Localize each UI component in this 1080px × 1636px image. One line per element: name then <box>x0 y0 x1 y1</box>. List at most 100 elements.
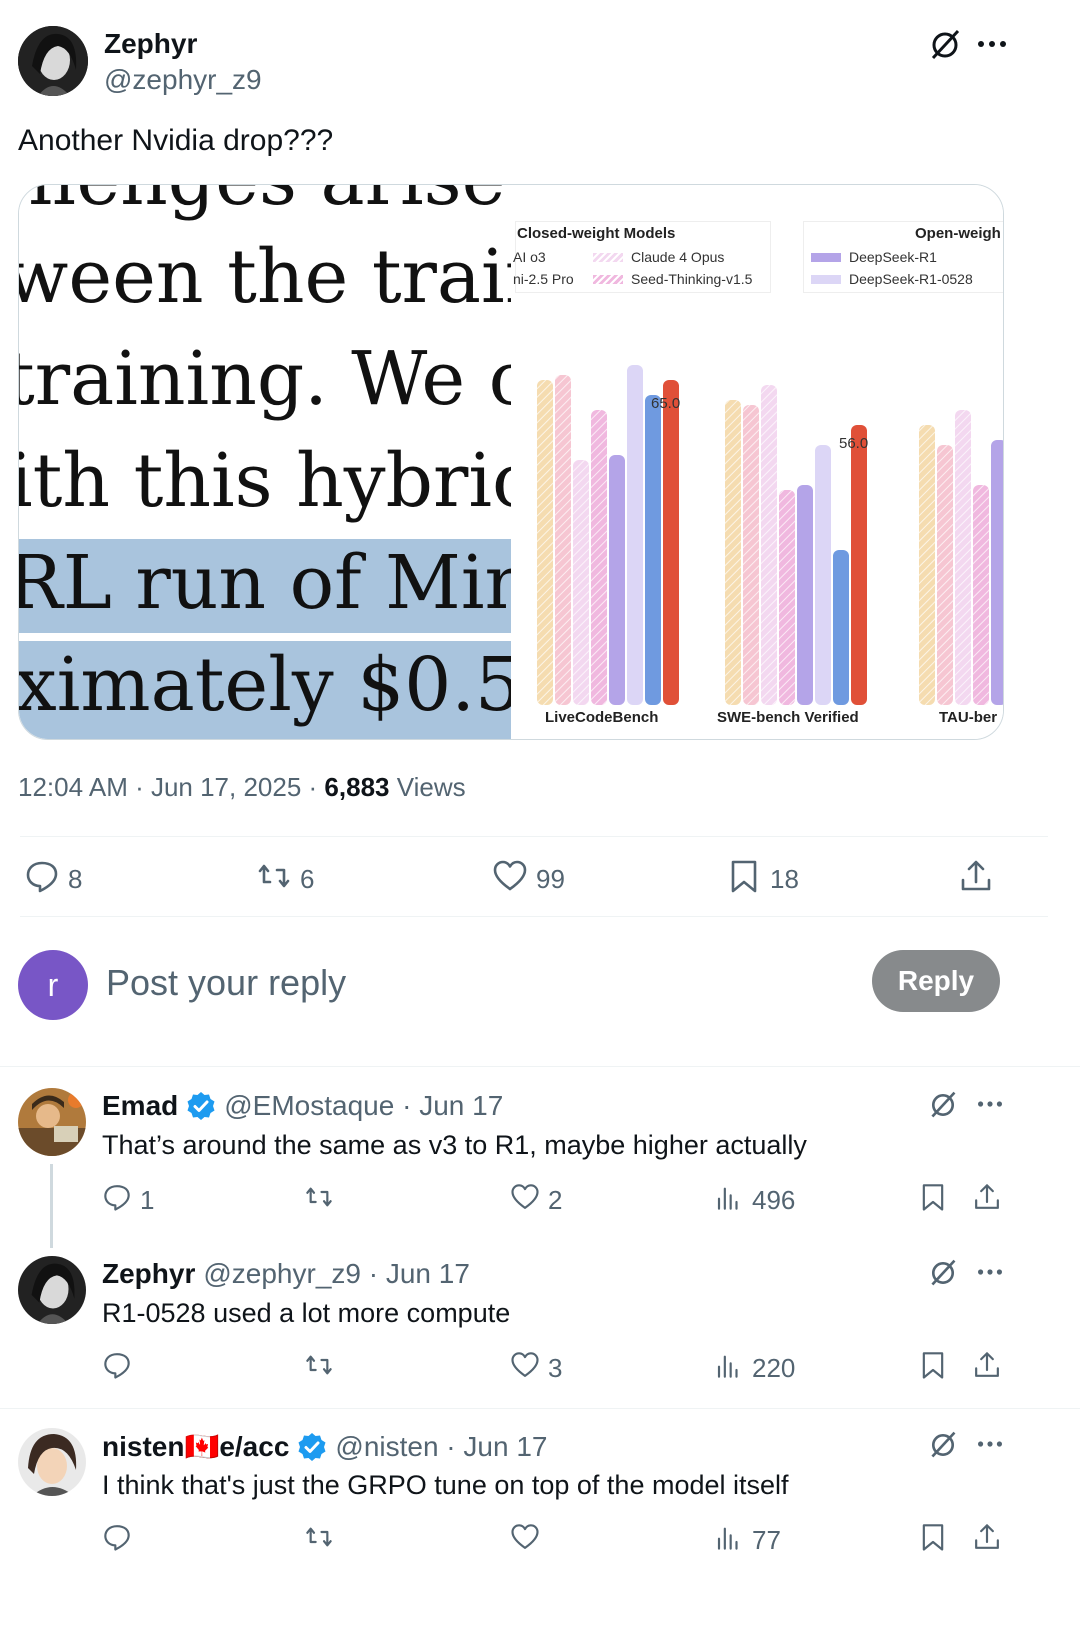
more-icon[interactable] <box>976 1432 1004 1456</box>
reply-button[interactable]: 1 <box>102 1182 154 1219</box>
reply-author-name[interactable]: nisten🇨🇦e/acc <box>102 1430 289 1463</box>
chart-bar <box>991 440 1003 705</box>
chart-bar-hatch <box>743 405 759 705</box>
reply-handle-date[interactable]: @nisten · Jun 17 <box>335 1431 547 1463</box>
views-count: 496 <box>752 1185 796 1215</box>
reply-button[interactable] <box>102 1350 140 1387</box>
grok-icon[interactable] <box>928 1430 958 1460</box>
repost-icon <box>304 1182 334 1219</box>
reply-text: That’s around the same as v3 to R1, mayb… <box>102 1130 807 1160</box>
views-button[interactable]: 77 <box>714 1522 781 1559</box>
zoomed-line: RL run of Min <box>19 540 511 626</box>
share-button[interactable] <box>958 858 994 901</box>
like-icon <box>492 858 528 901</box>
views-button[interactable]: 220 <box>714 1350 795 1387</box>
thread-line <box>50 1164 53 1248</box>
chart-bar-hatch <box>725 400 741 705</box>
reply-handle-date[interactable]: @EMostaque · Jun 17 <box>224 1090 503 1122</box>
views-icon <box>714 1522 744 1559</box>
share-icon <box>972 1182 1002 1219</box>
like-button[interactable]: 2 <box>510 1182 562 1219</box>
reply-input[interactable]: Post your reply <box>106 962 806 1008</box>
post-media[interactable]: llenges arise w ween the traini training… <box>18 184 1004 740</box>
like-icon <box>510 1182 540 1219</box>
chart-bar <box>609 455 625 705</box>
chart-bar <box>627 365 643 705</box>
reply-handle-date[interactable]: @zephyr_z9 · Jun 17 <box>203 1258 470 1290</box>
chart-bar-hatch <box>955 410 971 705</box>
chart-bar <box>815 445 831 705</box>
reply-count: 1 <box>140 1185 155 1215</box>
reply-author-name[interactable]: Emad <box>102 1090 178 1122</box>
verified-icon <box>297 1432 327 1462</box>
chart-bar-hatch <box>573 460 589 705</box>
benchmark-chart: Closed-weight Models AI o3 ni-2.5 Pro Cl… <box>511 185 1003 739</box>
zoomed-line: training. We c <box>19 336 511 422</box>
more-icon[interactable] <box>976 1260 1004 1284</box>
share-button[interactable] <box>972 1350 1002 1387</box>
bar-label: 65.0 <box>651 395 681 412</box>
reply-submit-button[interactable]: Reply <box>872 950 1000 1012</box>
views-button[interactable]: 496 <box>714 1182 795 1219</box>
like-button[interactable] <box>510 1522 548 1559</box>
bookmark-button[interactable]: 18 <box>726 858 799 901</box>
x-tick-label: TAU-ber <box>939 709 998 726</box>
zoomed-line: ith this hybric <box>19 438 511 524</box>
my-avatar[interactable]: r <box>18 950 88 1020</box>
reply-icon <box>102 1522 132 1559</box>
repost-icon <box>304 1350 334 1387</box>
author-name[interactable]: Zephyr <box>104 28 197 60</box>
bookmark-button[interactable] <box>918 1182 948 1219</box>
reply-avatar[interactable] <box>18 1428 86 1496</box>
author-avatar[interactable] <box>18 26 88 96</box>
reply-avatar[interactable] <box>18 1088 86 1156</box>
post-timestamp[interactable]: 12:04 AM · Jun 17, 2025 · <box>18 772 324 802</box>
like-count: 99 <box>536 864 565 894</box>
reply-button[interactable] <box>102 1522 140 1559</box>
bookmark-button[interactable] <box>918 1522 948 1559</box>
grok-icon[interactable] <box>928 28 962 62</box>
grok-icon[interactable] <box>928 1090 958 1120</box>
chart-bar-hatch <box>973 485 989 705</box>
reply-author-name[interactable]: Zephyr <box>102 1258 195 1290</box>
repost-button[interactable]: 6 <box>256 858 314 901</box>
my-avatar-letter: r <box>47 966 59 1003</box>
reply-button[interactable]: 8 <box>24 858 82 901</box>
repost-icon <box>256 858 292 901</box>
reply-header: Emad @EMostaque · Jun 17 <box>102 1090 503 1122</box>
bookmark-icon <box>918 1522 948 1559</box>
chart-bar-hatch <box>919 425 935 705</box>
grok-icon[interactable] <box>928 1258 958 1288</box>
repost-button[interactable] <box>304 1522 342 1559</box>
more-icon[interactable] <box>976 30 1008 58</box>
author-handle[interactable]: @zephyr_z9 <box>104 64 262 96</box>
reply-text: R1-0528 used a lot more compute <box>102 1298 511 1328</box>
chart-bar-hatch <box>761 385 777 705</box>
bookmark-button[interactable] <box>918 1350 948 1387</box>
reply-avatar[interactable] <box>18 1256 86 1324</box>
more-icon[interactable] <box>976 1092 1004 1116</box>
repost-button[interactable] <box>304 1182 342 1219</box>
repost-count: 6 <box>300 864 315 894</box>
zoomed-line: ween the traini <box>19 234 511 320</box>
like-icon <box>510 1350 540 1387</box>
like-button[interactable]: 3 <box>510 1350 562 1387</box>
chart-bars <box>537 365 1003 705</box>
views-count: 220 <box>752 1353 796 1383</box>
chart-bar-hatch <box>779 490 795 705</box>
share-button[interactable] <box>972 1522 1002 1559</box>
reply-header: Zephyr @zephyr_z9 · Jun 17 <box>102 1258 470 1290</box>
like-count: 2 <box>548 1185 563 1215</box>
chart-bar-hatch <box>537 380 553 705</box>
share-icon <box>958 858 994 901</box>
views-icon <box>714 1182 744 1219</box>
like-button[interactable]: 99 <box>492 858 565 901</box>
verified-icon <box>186 1091 216 1121</box>
share-button[interactable] <box>972 1182 1002 1219</box>
share-icon <box>972 1522 1002 1559</box>
chart-bar-hatch <box>591 410 607 705</box>
chart-bar <box>851 425 867 705</box>
repost-button[interactable] <box>304 1350 342 1387</box>
zoomed-line: ximately $0.5 <box>19 642 511 728</box>
repost-icon <box>304 1522 334 1559</box>
